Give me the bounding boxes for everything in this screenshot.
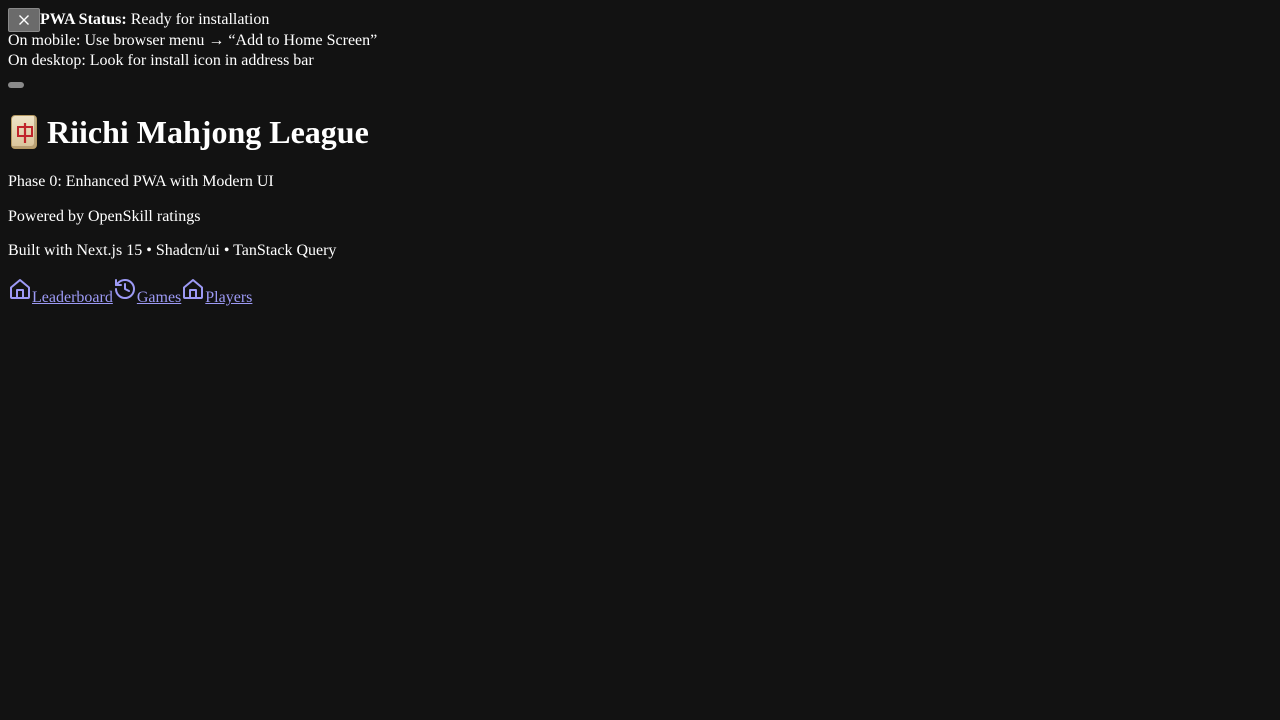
collapse-toggle[interactable] (8, 82, 24, 88)
history-icon (114, 279, 135, 299)
page-title: Riichi Mahjong League (47, 113, 369, 150)
nav-link-players[interactable]: Players (181, 277, 252, 307)
pwa-status-label: PWA Status: (40, 11, 127, 28)
close-button[interactable] (8, 8, 40, 32)
nav-label-leaderboard: Leaderboard (32, 289, 113, 306)
pwa-mobile-hint: On mobile: Use browser menu → “Add to Ho… (8, 31, 378, 49)
phase-text: Phase 0: Enhanced PWA with Modern UI (8, 173, 274, 190)
pwa-desktop-hint: On desktop: Look for install icon in add… (8, 52, 314, 69)
nav-label-players: Players (205, 289, 253, 306)
nav-link-leaderboard[interactable]: Leaderboard (8, 277, 113, 307)
main-nav: Leaderboard Games Players (8, 277, 252, 307)
pwa-status-banner: PWA Status: Ready for installation On mo… (8, 10, 377, 72)
home-icon (10, 279, 30, 299)
close-icon (19, 15, 29, 25)
built-with-text: Built with Next.js 15 • Shadcn/ui • TanS… (8, 242, 337, 259)
pwa-status-value: Ready for installation (130, 11, 270, 28)
page-header: Riichi Mahjong League (8, 112, 369, 152)
mahjong-tile-icon (11, 115, 37, 149)
app-root: PWA Status: Ready for installation On mo… (0, 0, 1280, 720)
nav-link-games[interactable]: Games (113, 277, 181, 307)
pwa-status-line: PWA Status: Ready for installation (8, 10, 377, 31)
home-icon (183, 279, 204, 299)
nav-label-games: Games (136, 289, 182, 306)
powered-by-text: Powered by OpenSkill ratings (8, 208, 201, 225)
